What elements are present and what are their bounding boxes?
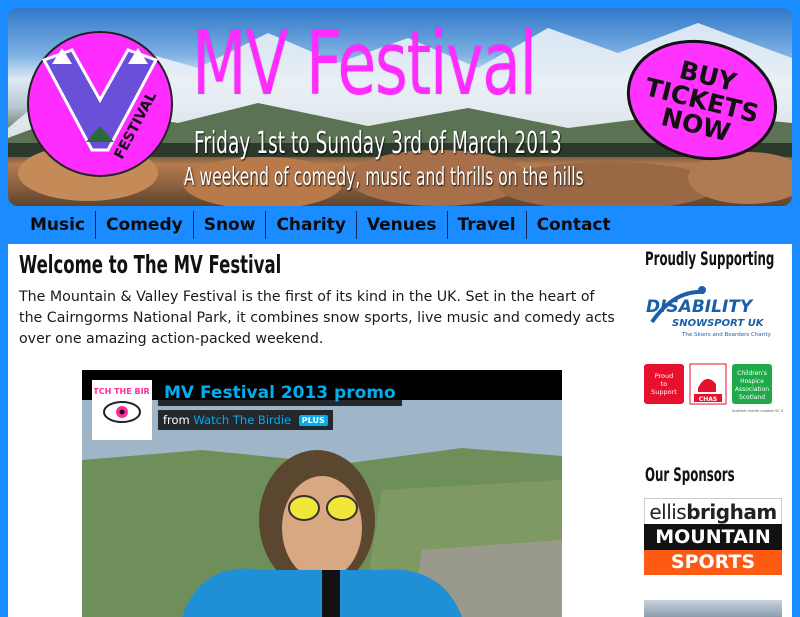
nav-item-music[interactable]: Music: [20, 211, 97, 239]
sponsor-line-mountain: MOUNTAIN: [644, 524, 782, 550]
sponsor-image-partial[interactable]: [644, 600, 782, 617]
svg-text:Scottish charity number SC 019: Scottish charity number SC 019724: [732, 409, 784, 413]
sponsor-name: ellisbrigham: [644, 498, 782, 524]
video-frame: [82, 400, 562, 617]
intro-paragraph: The Mountain & Valley Festival is the fi…: [19, 289, 615, 347]
buy-tickets-label: BUY TICKETS NOW: [642, 54, 762, 147]
nav-item-comedy[interactable]: Comedy: [96, 211, 194, 239]
svg-text:Support: Support: [651, 388, 677, 396]
festival-dates: Friday 1st to Sunday 3rd of March 2013: [194, 126, 562, 161]
festival-logo[interactable]: FESTIVAL: [26, 30, 174, 178]
nav-item-snow[interactable]: Snow: [194, 211, 267, 239]
nav-item-charity[interactable]: Charity: [266, 211, 357, 239]
sidebar: Proudly Supporting DISABILITY SNOWSPORT …: [644, 244, 795, 617]
plus-badge: PLUS: [298, 415, 328, 426]
main-nav: Music Comedy Snow Charity Venues Travel …: [20, 211, 621, 239]
svg-text:DISABILITY: DISABILITY: [646, 297, 754, 317]
svg-text:Children's: Children's: [737, 370, 767, 377]
channel-thumbnail[interactable]: WATCH THE BIRDIE: [92, 380, 152, 440]
content-panel: Welcome to The MV Festival The Mountain …: [8, 244, 795, 617]
svg-text:Association: Association: [735, 386, 769, 393]
disability-snowsport-logo[interactable]: DISABILITY SNOWSPORT UK The Skiers and B…: [644, 282, 784, 342]
nav-item-travel[interactable]: Travel: [448, 211, 527, 239]
svg-text:Proud: Proud: [655, 372, 674, 380]
ellis-brigham-sponsor-logo[interactable]: ellisbrigham MOUNTAIN SPORTS: [644, 498, 782, 575]
video-title-bar: MV Festival 2013 promo: [158, 380, 402, 406]
supporting-heading: Proudly Supporting: [645, 248, 775, 270]
nav-item-contact[interactable]: Contact: [527, 211, 621, 239]
svg-text:The Skiers and Boarders Charit: The Skiers and Boarders Charity: [681, 332, 772, 338]
video-player[interactable]: WATCH THE BIRDIE MV Festival 2013 promo …: [82, 370, 562, 617]
watch-the-birdie-icon: WATCH THE BIRDIE: [94, 382, 150, 438]
svg-text:WATCH THE BIRDIE: WATCH THE BIRDIE: [94, 387, 150, 396]
video-author-link[interactable]: Watch The Birdie: [193, 413, 291, 427]
video-from-label: from: [163, 413, 190, 427]
svg-text:Scotland: Scotland: [739, 394, 765, 401]
svg-text:SNOWSPORT UK: SNOWSPORT UK: [672, 318, 765, 329]
video-title-link[interactable]: MV Festival 2013 promo: [164, 383, 396, 403]
site-title: MV Festival: [192, 12, 537, 115]
nav-item-venues[interactable]: Venues: [357, 211, 448, 239]
sponsor-line-sports: SPORTS: [644, 550, 782, 575]
sponsors-heading: Our Sponsors: [645, 464, 735, 486]
svg-text:CHAS: CHAS: [699, 396, 717, 403]
svg-text:Hospice: Hospice: [740, 378, 764, 385]
chas-logo[interactable]: Proud to Support CHAS Children's Hospice…: [644, 362, 795, 416]
header-banner: FESTIVAL MV Festival Friday 1st to Sunda…: [8, 8, 792, 206]
svg-text:to: to: [661, 380, 668, 388]
page-title: Welcome to The MV Festival: [19, 250, 282, 279]
festival-tagline: A weekend of comedy, music and thrills o…: [184, 162, 584, 191]
video-byline: from Watch The Birdie PLUS: [158, 410, 333, 430]
charity-logos: Proud to Support CHAS Children's Hospice…: [644, 362, 795, 416]
